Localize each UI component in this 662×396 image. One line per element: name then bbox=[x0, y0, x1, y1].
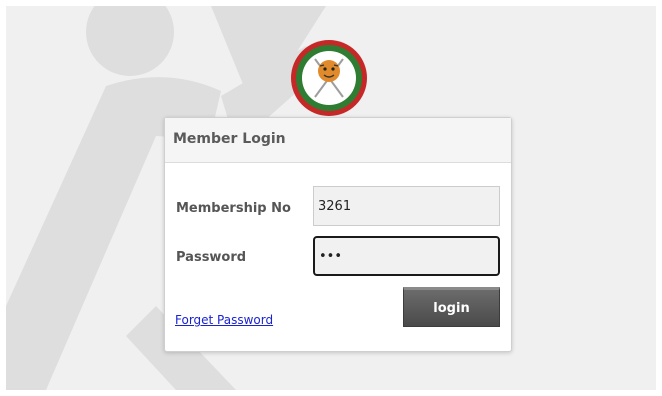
club-logo bbox=[291, 40, 367, 116]
password-label: Password bbox=[176, 250, 247, 265]
login-title: Member Login bbox=[165, 118, 511, 163]
forget-password-link[interactable]: Forget Password bbox=[175, 313, 273, 327]
login-button[interactable]: login bbox=[403, 287, 500, 327]
membership-no-input[interactable] bbox=[313, 186, 500, 226]
page: Member Login Membership No Password logi… bbox=[0, 0, 662, 396]
membership-no-label: Membership No bbox=[176, 201, 291, 216]
password-input[interactable] bbox=[313, 236, 500, 276]
member-login-panel: Member Login Membership No Password logi… bbox=[164, 117, 512, 352]
